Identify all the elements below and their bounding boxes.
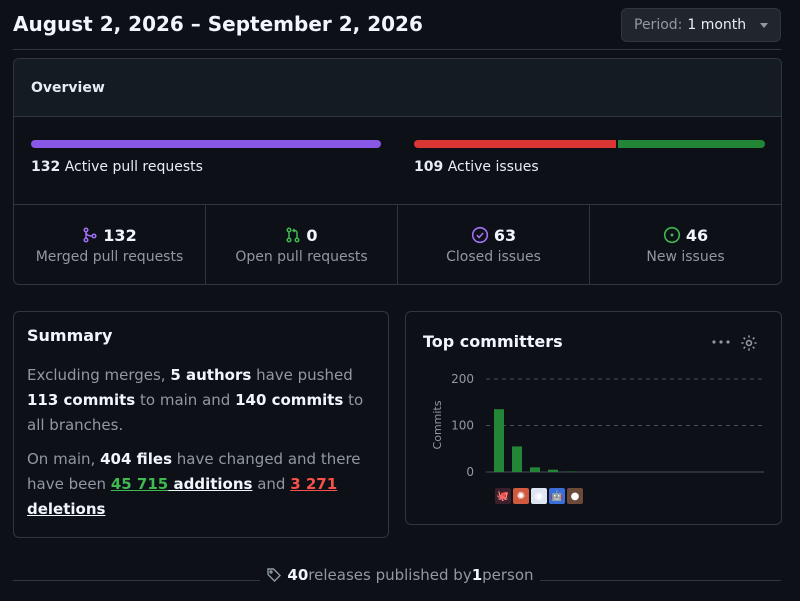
releases-text-end: person	[482, 566, 534, 584]
additions-label-link[interactable]: additions	[168, 475, 252, 493]
y-tick-label: 200	[451, 372, 474, 386]
period-value: 1 month	[687, 17, 747, 33]
active-issues-label-text: Active issues	[447, 159, 539, 175]
summary-text: have pushed	[251, 366, 353, 384]
releases-text: releases published by	[308, 566, 472, 584]
stat-open-pull-requests[interactable]: 0 Open pull requests	[206, 205, 398, 284]
people-count: 1	[471, 566, 483, 584]
stat-merged-pull-requests[interactable]: 132 Merged pull requests	[14, 205, 206, 284]
releases-count: 40	[287, 566, 309, 584]
y-axis-label: Commits	[431, 400, 444, 449]
avatar-committer-4[interactable]: 🤖	[549, 488, 565, 504]
commits-all-count: 140 commits	[235, 391, 344, 409]
issues-bar[interactable]	[414, 140, 765, 148]
pull-requests-bar[interactable]	[31, 140, 381, 148]
merged-pr-count: 132	[103, 225, 137, 245]
files-count: 404 files	[100, 450, 173, 468]
issue-closed-icon	[471, 226, 488, 244]
active-issues-label[interactable]: 109 Active issues	[414, 159, 539, 175]
tag-icon	[267, 568, 282, 582]
y-tick-label: 0	[466, 465, 474, 479]
date-range-title: August 2, 2026 – September 2, 2026	[13, 12, 423, 36]
stat-closed-issues[interactable]: 63 Closed issues	[398, 205, 590, 284]
new-issues-count: 46	[685, 225, 709, 245]
summary-panel: Summary Excluding merges, 5 authors have…	[13, 311, 389, 538]
new-issues-bar-fill	[617, 140, 765, 148]
merged-pr-label: Merged pull requests	[35, 248, 184, 265]
avatar-committer-1[interactable]: 🐙	[495, 488, 511, 504]
releases-summary[interactable]: 40 releases published by 1 person	[260, 566, 540, 584]
pull-request-icon	[286, 227, 300, 243]
commit-bar-2[interactable]	[512, 446, 522, 472]
period-label: Period:	[634, 17, 683, 33]
period-select-button[interactable]: Period: 1 month	[621, 8, 781, 42]
summary-text: and	[252, 475, 291, 493]
commits-main-count: 113 commits	[27, 391, 136, 409]
summary-title: Summary	[27, 326, 113, 345]
commits-bar-chart: Commits 200 100 0	[431, 372, 764, 479]
additions-count-link[interactable]: 45 715	[111, 475, 168, 493]
releases-footer: 40 releases published by 1 person	[0, 566, 800, 584]
commit-bar-5[interactable]	[566, 471, 576, 473]
issue-opened-icon	[663, 226, 680, 244]
merged-pr-bar-fill	[31, 140, 381, 148]
new-issues-label: New issues	[646, 248, 725, 265]
summary-text: Excluding merges,	[27, 366, 171, 384]
page-header: August 2, 2026 – September 2, 2026 Perio…	[13, 8, 781, 50]
merge-icon	[83, 227, 97, 243]
commit-bar-3[interactable]	[530, 467, 540, 472]
commit-bar-4[interactable]	[548, 469, 558, 472]
top-committers-panel: Top committers Commits 200 100 0 🐙 ✺ ◉ 🤖 ●	[405, 311, 782, 525]
summary-text: to main and	[135, 391, 236, 409]
overview-stats: 132 Merged pull requests 0 Open pull req…	[14, 205, 781, 284]
chart-bars	[494, 409, 576, 473]
avatar-committer-5[interactable]: ●	[567, 488, 583, 504]
summary-commits-paragraph: Excluding merges, 5 authors have pushed …	[27, 363, 375, 438]
closed-issues-count: 63	[493, 225, 517, 245]
overview-panel: Overview 132 Active pull requests 109 Ac…	[13, 58, 782, 285]
avatar-committer-2[interactable]: ✺	[513, 488, 529, 504]
avatar-committer-3[interactable]: ◉	[531, 488, 547, 504]
closed-issues-label: Closed issues	[446, 248, 541, 265]
overview-title: Overview	[14, 59, 781, 117]
deletions-label-link[interactable]: deletions	[27, 500, 105, 518]
commit-bar-1[interactable]	[494, 409, 504, 472]
stat-new-issues[interactable]: 46 New issues	[590, 205, 781, 284]
summary-text: On main,	[27, 450, 101, 468]
active-pull-requests-label[interactable]: 132 Active pull requests	[31, 159, 203, 175]
deletions-count-link[interactable]: 3 271	[290, 475, 337, 493]
active-pr-label-text: Active pull requests	[64, 159, 203, 175]
y-tick-label: 100	[451, 419, 474, 433]
overview-bars: 132 Active pull requests 109 Active issu…	[14, 117, 781, 205]
authors-count: 5 authors	[170, 366, 252, 384]
open-pr-label: Open pull requests	[235, 248, 368, 265]
open-pr-count: 0	[306, 225, 318, 245]
caret-down-icon	[760, 22, 768, 28]
committer-avatars: 🐙 ✺ ◉ 🤖 ●	[495, 488, 585, 504]
summary-files-paragraph: On main, 404 files have changed and ther…	[27, 447, 375, 522]
active-issues-count: 109	[414, 159, 444, 175]
closed-issues-bar-fill	[414, 140, 616, 148]
active-pr-count: 132	[31, 159, 61, 175]
